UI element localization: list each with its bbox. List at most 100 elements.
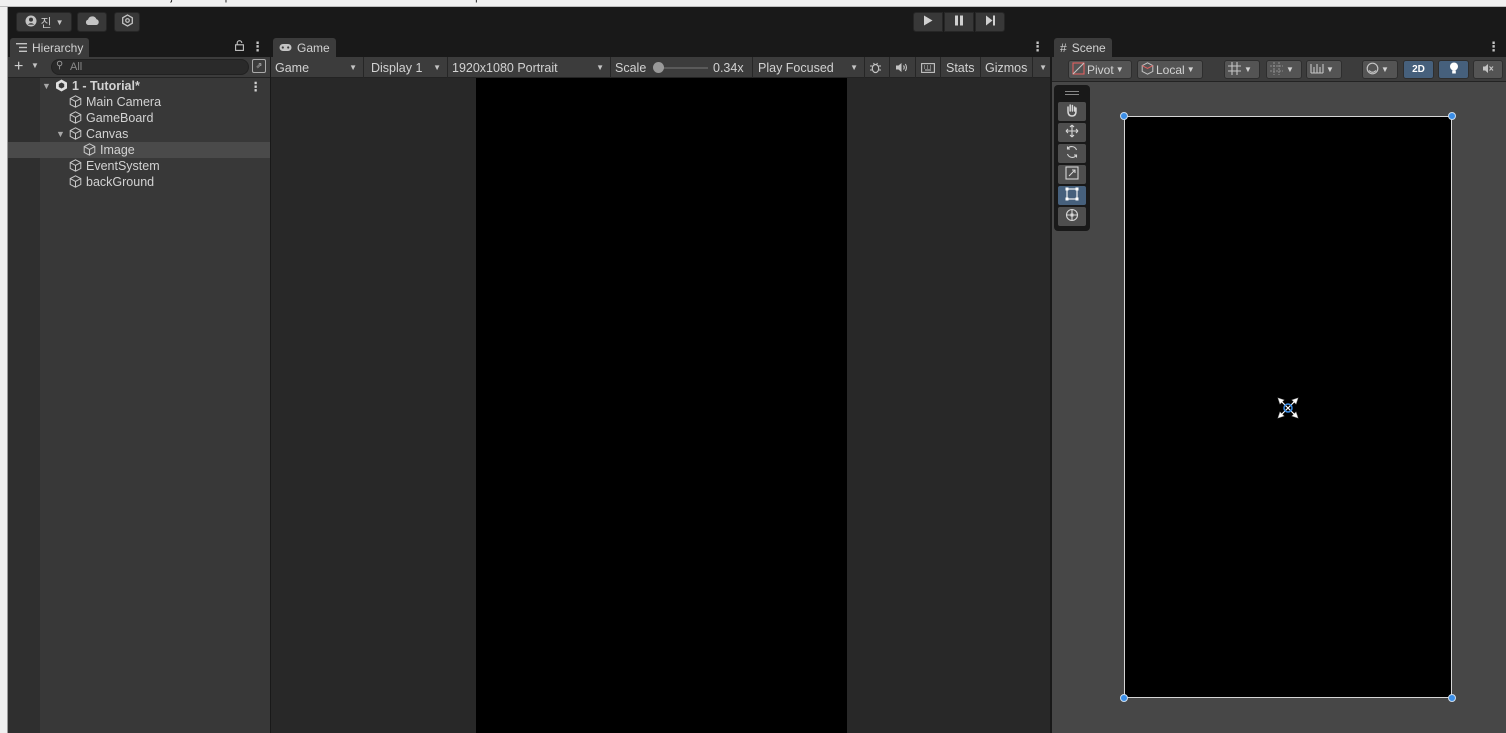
hierarchy-item-main-camera[interactable]: Main Camera (8, 94, 270, 110)
play-mode-dropdown[interactable]: Play Focused ▼ (758, 58, 862, 77)
hand-tool-button[interactable] (1058, 102, 1086, 121)
local-cube-icon (1141, 61, 1154, 78)
stats-button[interactable]: Stats (946, 58, 975, 77)
move-tool-button[interactable] (1058, 123, 1086, 142)
more-options-icon[interactable]: ⋮ (250, 79, 263, 94)
hierarchy-item-gameboard[interactable]: GameBoard (8, 110, 270, 126)
menu-item-services[interactable]: Services (272, 0, 314, 3)
increment-snap-toggle[interactable]: ▼ (1306, 60, 1342, 79)
tool-palette (1054, 85, 1090, 231)
filter-icon[interactable]: ⇗ (252, 59, 266, 73)
collab-button[interactable] (114, 12, 140, 32)
lock-icon[interactable] (235, 40, 244, 54)
scale-tool-button[interactable] (1058, 165, 1086, 184)
audio-icon[interactable] (895, 58, 908, 77)
rotate-tool-button[interactable] (1058, 144, 1086, 163)
gameobject-cube-icon (69, 175, 82, 188)
scene-name: 1 - Tutorial* (72, 79, 140, 93)
scene-row[interactable]: ▼ 1 - Tutorial* ⋮ (8, 78, 270, 94)
menu-item-gameobject[interactable]: GameObject (126, 0, 188, 3)
pivot-anchor-icon[interactable] (1276, 396, 1300, 420)
transform-tool-button[interactable] (1058, 207, 1086, 226)
tab-game-label: Game (297, 40, 330, 55)
hierarchy-item-eventsystem[interactable]: EventSystem (8, 158, 270, 174)
menu-item-window[interactable]: Window (405, 0, 444, 3)
rect-handle-top-left[interactable] (1120, 112, 1128, 120)
menu-bar: File Edit Assets GameObject Component Service… (0, 0, 1506, 7)
drag-grip-icon[interactable] (1065, 91, 1079, 95)
more-options-icon[interactable]: ⋮ (1031, 39, 1044, 55)
window-edge (0, 7, 8, 733)
grid-snap-toggle[interactable]: ▼ (1266, 60, 1302, 79)
more-options-icon[interactable]: ⋮ (1487, 39, 1500, 55)
play-button[interactable] (913, 12, 943, 32)
menu-item-file[interactable]: File (14, 0, 32, 3)
hierarchy-item-label: EventSystem (86, 159, 160, 173)
2d-mode-toggle[interactable]: 2D (1403, 60, 1434, 79)
pivot-toggle[interactable]: Pivot ▼ (1068, 60, 1132, 79)
chevron-down-icon: ▼ (1381, 65, 1389, 74)
chevron-down-icon[interactable]: ▼ (31, 61, 39, 70)
more-options-icon[interactable]: ⋮ (251, 39, 264, 55)
tab-hierarchy[interactable]: Hierarchy (10, 38, 90, 57)
grid-visibility-toggle[interactable]: ▼ (1224, 60, 1260, 79)
light-bulb-icon (1449, 62, 1459, 78)
hierarchy-toolbar: + ▼ All ⚲ ⇗ (8, 57, 270, 78)
menu-item-edit[interactable]: Edit (46, 0, 65, 3)
audio-mute-toggle[interactable] (1473, 60, 1503, 79)
divider (447, 57, 448, 78)
gameobject-cube-icon (69, 111, 82, 124)
keyboard-icon[interactable] (921, 58, 935, 77)
foldout-expanded-icon[interactable]: ▼ (56, 129, 65, 139)
rect-handle-bottom-right[interactable] (1448, 694, 1456, 702)
view-mode-dropdown[interactable]: Game ▼ (275, 58, 361, 77)
search-icon: ⚲ (56, 60, 64, 71)
menu-item-jobs[interactable]: Jobs (329, 0, 352, 3)
menu-item-help[interactable]: Help (459, 0, 482, 3)
gizmos-dropdown[interactable]: ▼ (1035, 58, 1049, 77)
divider (752, 57, 753, 78)
tab-scene-label: Scene (1071, 40, 1106, 55)
pause-button[interactable] (944, 12, 974, 32)
gizmos-button[interactable]: Gizmos (985, 58, 1027, 77)
hierarchy-item-background[interactable]: backGround (8, 174, 270, 190)
cloud-button[interactable] (77, 12, 107, 32)
account-label: 진 (40, 15, 52, 30)
scale-slider-handle[interactable] (653, 62, 664, 73)
rect-tool-button[interactable] (1058, 186, 1086, 205)
menu-item-tools[interactable]: Tools (366, 0, 392, 3)
tab-game[interactable]: Game (273, 38, 336, 57)
draw-mode-dropdown[interactable]: ▼ (1362, 60, 1398, 79)
lighting-toggle[interactable] (1438, 60, 1469, 79)
gameobject-cube-icon (83, 143, 96, 156)
local-toggle[interactable]: Local ▼ (1137, 60, 1203, 79)
hierarchy-panel: Hierarchy ⋮ + ▼ All ⚲ ⇗ ▼ 1 - Tutorial* … (8, 37, 270, 733)
game-viewport[interactable] (476, 78, 847, 733)
hierarchy-item-canvas[interactable]: ▼ Canvas (8, 126, 270, 142)
hierarchy-item-label: backGround (86, 175, 155, 189)
account-button[interactable]: 진 ▼ (16, 12, 72, 32)
hierarchy-item-image[interactable]: Image (8, 142, 270, 158)
add-icon[interactable]: + (14, 58, 23, 76)
divider (864, 57, 865, 78)
display-dropdown[interactable]: Display 1 ▼ (371, 58, 445, 77)
debug-icon[interactable] (869, 58, 882, 77)
cloud-icon (84, 15, 100, 29)
rect-handle-top-right[interactable] (1448, 112, 1456, 120)
rect-transform-icon (1065, 187, 1079, 204)
tab-scene[interactable]: # Scene (1054, 38, 1112, 57)
step-button[interactable] (975, 12, 1005, 32)
rect-handle-bottom-left[interactable] (1120, 694, 1128, 702)
resolution-dropdown[interactable]: 1920x1080 Portrait ▼ (452, 58, 608, 77)
search-input[interactable]: All (51, 59, 249, 75)
game-tab-strip: Game ⋮ (271, 37, 1050, 57)
menu-item-assets[interactable]: Assets (79, 0, 112, 3)
scale-label: Scale (615, 60, 647, 75)
hierarchy-item-label: Main Camera (86, 95, 162, 109)
menu-item-component[interactable]: Component (201, 0, 258, 3)
move-arrows-icon (1065, 124, 1079, 141)
foldout-expanded-icon[interactable]: ▼ (42, 81, 51, 91)
tab-hierarchy-label: Hierarchy (32, 40, 84, 55)
scene-toolbar: Pivot ▼ Local ▼ ▼ ▼ ▼ ▼ 2D (1052, 57, 1506, 82)
gameobject-cube-icon (69, 127, 82, 140)
